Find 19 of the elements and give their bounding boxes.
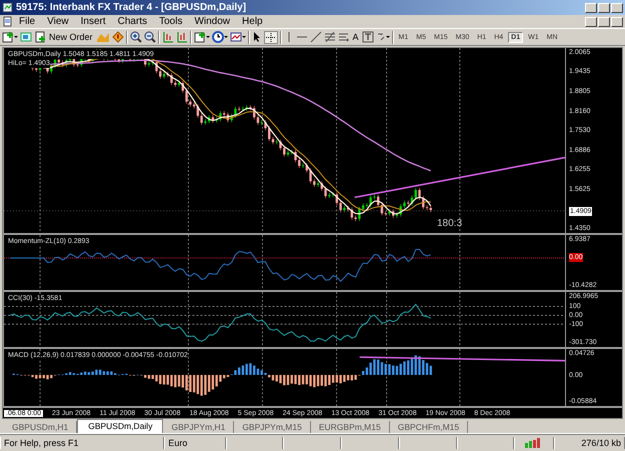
chart-tab[interactable]: EURGBPm,M15 <box>310 421 390 433</box>
status-text: Euro <box>164 437 226 449</box>
menu-item[interactable]: Help <box>236 16 269 27</box>
window-title: 59175: Interbank FX Trader 4 - [GBPUSDm,Daily] <box>16 2 248 13</box>
chart-tab[interactable]: GBPCHFm,M15 <box>390 421 468 433</box>
chart-tab[interactable]: GBPUSDm,Daily <box>77 419 164 433</box>
new-order-button[interactable]: New Order <box>34 31 94 43</box>
status-text: For Help, press F1 <box>0 437 164 449</box>
chart-tab[interactable]: GBPJPYm,M15 <box>234 421 311 433</box>
chart-annotation: 180:3 <box>437 218 462 229</box>
menu-item[interactable]: Tools <box>153 16 188 27</box>
status-text: 276/10 kb <box>554 437 625 449</box>
text-tool-button[interactable]: A <box>352 32 360 42</box>
menu-item[interactable]: File <box>13 16 42 27</box>
menu-item[interactable]: Window <box>188 16 236 27</box>
menu-item[interactable]: View <box>41 16 75 27</box>
menu-item[interactable]: Charts <box>112 16 154 27</box>
chart-tab[interactable]: GBPJPYm,H1 <box>163 421 234 433</box>
menu-item[interactable]: Insert <box>74 16 112 27</box>
